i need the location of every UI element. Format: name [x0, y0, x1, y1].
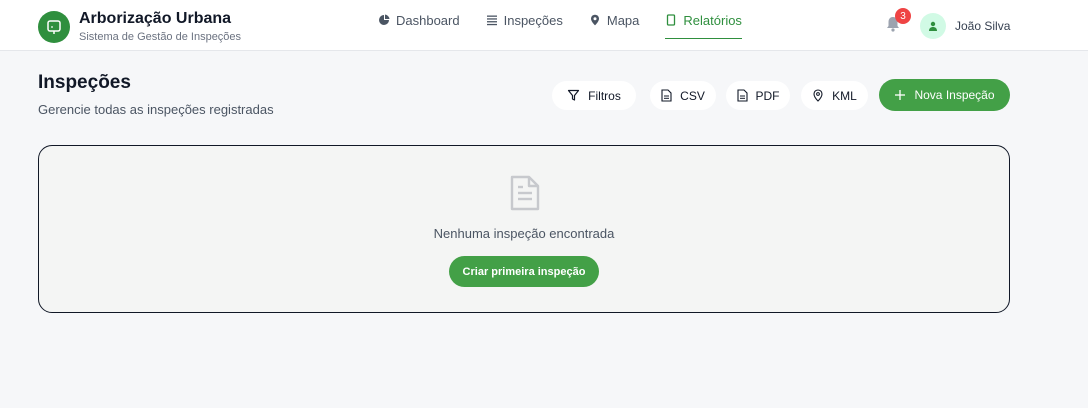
user-menu[interactable]: João Silva — [920, 13, 1010, 39]
page-subtitle: Gerencie todas as inspeções registradas — [38, 102, 274, 117]
kml-label: KML — [832, 88, 857, 103]
report-icon — [667, 14, 676, 26]
app-title: Arborização Urbana — [79, 10, 232, 27]
create-first-inspection-button[interactable]: Criar primeira inspeção — [449, 256, 599, 287]
empty-state-message: Nenhuma inspeção encontrada — [433, 226, 615, 241]
export-kml-button[interactable]: KML — [801, 81, 868, 110]
document-icon — [509, 174, 541, 217]
new-inspection-label: Nova Inspeção — [914, 88, 995, 102]
nav-mapa[interactable]: Mapa — [589, 0, 640, 40]
nav-dashboard-label: Dashboard — [396, 12, 460, 28]
csv-label: CSV — [680, 88, 705, 103]
tree-icon — [38, 11, 70, 43]
nav-dashboard[interactable]: Dashboard — [378, 0, 460, 40]
nav-relatorios[interactable]: Relatórios — [665, 0, 742, 40]
brand[interactable]: Arborização Urbana Sistema de Gestão de … — [38, 10, 241, 44]
filter-icon — [568, 89, 580, 101]
filters-label: Filtros — [588, 88, 621, 103]
page-title: Inspeções — [38, 72, 131, 93]
main-nav: Dashboard Inspeções Mapa Relatórios — [378, 0, 768, 51]
notification-badge: 3 — [895, 8, 911, 24]
user-icon — [920, 13, 946, 39]
map-pin-icon — [590, 14, 599, 26]
pie-chart-icon — [379, 14, 390, 25]
file-icon — [661, 89, 672, 102]
nav-relatorios-label: Relatórios — [683, 12, 742, 28]
user-name: João Silva — [955, 19, 1011, 33]
empty-state-card: Nenhuma inspeção encontrada Criar primei… — [38, 145, 1010, 313]
list-icon — [486, 15, 497, 26]
pdf-label: PDF — [755, 88, 780, 103]
plus-icon — [895, 90, 906, 100]
export-pdf-button[interactable]: PDF — [726, 81, 790, 110]
filters-button[interactable]: Filtros — [552, 81, 636, 110]
file-icon — [736, 89, 748, 102]
map-pin-icon — [813, 89, 823, 102]
export-csv-button[interactable]: CSV — [650, 81, 716, 110]
new-inspection-button[interactable]: Nova Inspeção — [879, 79, 1010, 111]
nav-mapa-label: Mapa — [606, 12, 640, 28]
nav-inspecoes-label: Inspeções — [503, 12, 563, 28]
top-header: Arborização Urbana Sistema de Gestão de … — [0, 0, 1088, 51]
nav-inspecoes[interactable]: Inspeções — [486, 0, 563, 40]
app-subtitle: Sistema de Gestão de Inspeções — [79, 31, 242, 43]
